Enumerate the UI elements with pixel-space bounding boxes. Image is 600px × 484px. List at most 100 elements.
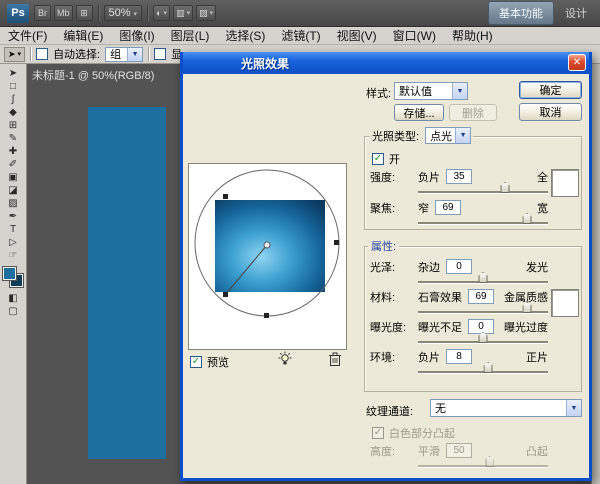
cancel-button[interactable]: 取消: [519, 103, 582, 121]
dropdown-arrow-icon[interactable]: [452, 83, 467, 99]
ambience-value-input[interactable]: 8: [446, 349, 472, 364]
path-selection-tool-icon[interactable]: ▷: [3, 236, 24, 249]
menu-help[interactable]: 帮助(H): [444, 27, 501, 44]
menu-file[interactable]: 文件(F): [0, 27, 55, 44]
show-transform-controls-checkbox[interactable]: [154, 48, 166, 60]
gloss-value-input[interactable]: 0: [446, 259, 472, 274]
options-separator: [30, 47, 31, 61]
delete-light-trash-icon[interactable]: [326, 350, 344, 368]
auto-select-checkbox[interactable]: [36, 48, 48, 60]
screen-mode-toggle-icon[interactable]: ▢: [3, 305, 24, 318]
gloss-label: 光泽:: [370, 259, 418, 275]
light-handle[interactable]: [223, 194, 228, 199]
exposure-label: 曝光度:: [370, 319, 418, 335]
pen-tool-icon[interactable]: ✒: [3, 210, 24, 223]
dialog-titlebar[interactable]: 光照效果: [183, 52, 589, 74]
gloss-slider[interactable]: [418, 281, 548, 283]
brush-tool-icon[interactable]: ✐: [3, 158, 24, 171]
close-icon[interactable]: [568, 54, 586, 71]
hand-tool-icon[interactable]: ☞: [3, 249, 24, 262]
menu-bar: 文件(F)编辑(E)图像(I)图层(L)选择(S)滤镜(T)视图(V)窗口(W)…: [0, 27, 600, 45]
document-title[interactable]: 未标题-1 @ 50%(RGB/8): [32, 67, 154, 83]
preview-checkbox[interactable]: [190, 356, 202, 368]
zoom-level-dropdown[interactable]: 50%: [104, 5, 143, 21]
intensity-zone: 负片 35 全: [418, 169, 548, 185]
intensity-value-input[interactable]: 35: [446, 169, 472, 184]
add-light-bulb-icon[interactable]: [276, 350, 294, 368]
dropdown-arrow-icon[interactable]: [127, 48, 142, 61]
save-button[interactable]: 存储...: [394, 104, 444, 121]
lighting-effects-dialog: 光照效果: [180, 52, 592, 481]
light-type-dropdown[interactable]: 点光: [425, 127, 471, 144]
gradient-tool-icon[interactable]: ▨: [3, 197, 24, 210]
material-slider[interactable]: [418, 311, 548, 313]
lighting-preview-area[interactable]: [188, 163, 347, 350]
height-value-input[interactable]: 50: [446, 443, 472, 458]
style-dropdown[interactable]: 默认值: [394, 82, 468, 100]
exposure-slider[interactable]: [418, 341, 548, 343]
screen-mode-icon[interactable]: ▨: [196, 5, 216, 21]
rotate-view-icon[interactable]: ◐: [153, 5, 170, 21]
exposure-min-label: 曝光不足: [418, 319, 462, 335]
dialog-title: 光照效果: [183, 55, 289, 72]
ambient-color-swatch[interactable]: [551, 289, 579, 317]
ambience-slider[interactable]: [418, 371, 548, 373]
workspace-design-button[interactable]: 设计: [559, 2, 593, 24]
crop-tool-icon[interactable]: ⊞: [3, 119, 24, 132]
dropdown-arrow-icon[interactable]: [566, 400, 581, 416]
menu-image[interactable]: 图像(I): [111, 27, 162, 44]
eyedropper-tool-icon[interactable]: ✎: [3, 132, 24, 145]
light-on-checkbox[interactable]: [372, 153, 384, 165]
light-handle[interactable]: [223, 292, 228, 297]
lasso-tool-icon[interactable]: ∫: [3, 93, 24, 106]
menu-select[interactable]: 选择(S): [217, 27, 273, 44]
tool-preset-picker[interactable]: ➤ ▾: [4, 47, 25, 62]
white-is-high-checkbox[interactable]: [372, 427, 384, 439]
application-bar: Ps BrMb⊞ 50% ◐▥▨ 基本功能 设计: [0, 0, 600, 27]
menu-filter[interactable]: 滤镜(T): [273, 27, 328, 44]
style-value: 默认值: [395, 83, 452, 99]
height-zone: 平滑 50 凸起: [418, 443, 548, 459]
material-min-label: 石膏效果: [418, 289, 462, 305]
move-tool-icon[interactable]: ➤: [3, 67, 24, 80]
workspace-basic-button[interactable]: 基本功能: [488, 1, 554, 25]
dropdown-arrow-icon[interactable]: [455, 128, 470, 143]
focus-value-input[interactable]: 69: [435, 200, 461, 215]
marquee-tool-icon[interactable]: □: [3, 80, 24, 93]
healing-brush-tool-icon[interactable]: ✚: [3, 145, 24, 158]
mini-bridge-icon[interactable]: Mb: [54, 5, 73, 21]
light-center-handle[interactable]: [264, 242, 270, 248]
clone-stamp-tool-icon[interactable]: ▣: [3, 171, 24, 184]
document-canvas[interactable]: [88, 107, 166, 459]
menu-window[interactable]: 窗口(W): [385, 27, 444, 44]
foreground-color-swatch[interactable]: [3, 267, 16, 280]
type-tool-icon[interactable]: T: [3, 223, 24, 236]
arrange-documents-icon[interactable]: ▥: [173, 5, 193, 21]
material-label: 材料:: [370, 289, 418, 305]
texture-channel-dropdown[interactable]: 无: [430, 399, 582, 417]
light-handle[interactable]: [264, 313, 269, 318]
menu-layer[interactable]: 图层(L): [163, 27, 218, 44]
color-swatches: [0, 266, 26, 292]
intensity-slider[interactable]: [418, 191, 548, 193]
quick-mask-icon[interactable]: ◧: [3, 292, 24, 305]
material-value-input[interactable]: 69: [468, 289, 494, 304]
panel-dock-strip[interactable]: [591, 64, 600, 484]
light-handle[interactable]: [334, 240, 339, 245]
exposure-max-label: 曝光过度: [504, 319, 548, 335]
focus-slider[interactable]: [418, 222, 548, 224]
menu-edit[interactable]: 编辑(E): [55, 27, 111, 44]
tool-list-bottom: ◧▢: [0, 292, 26, 318]
auto-select-dropdown[interactable]: 组: [105, 47, 143, 62]
exposure-value-input[interactable]: 0: [468, 319, 494, 334]
ambience-label: 环境:: [370, 349, 418, 365]
menu-view[interactable]: 视图(V): [329, 27, 385, 44]
delete-button[interactable]: 删除: [449, 104, 497, 121]
tool-preset-arrow-icon: ▾: [18, 50, 22, 58]
launch-bridge-icon[interactable]: Br: [34, 5, 51, 21]
ok-button[interactable]: 确定: [519, 81, 582, 99]
eraser-tool-icon[interactable]: ◪: [3, 184, 24, 197]
view-extras-icon[interactable]: ⊞: [76, 5, 93, 21]
quick-selection-tool-icon[interactable]: ◆: [3, 106, 24, 119]
light-color-swatch[interactable]: [551, 169, 579, 197]
